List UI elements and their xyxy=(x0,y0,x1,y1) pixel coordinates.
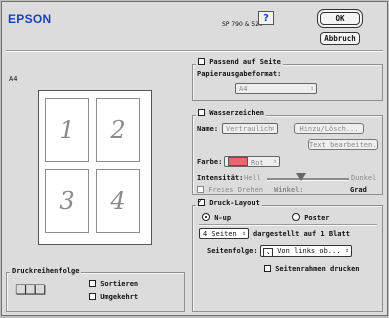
pages-per-sheet-select[interactable]: 4 Seiten ⇕ xyxy=(199,228,249,239)
print-layout-label: Druck-Layout xyxy=(209,199,260,207)
chevron-updown-icon: ⇕ xyxy=(271,125,275,132)
nup-option[interactable]: N-up xyxy=(202,213,231,222)
watermark-option[interactable]: Wasserzeichen xyxy=(196,109,267,117)
sort-option[interactable]: Sortieren xyxy=(89,280,138,288)
chevron-updown-icon: ⇕ xyxy=(273,158,277,165)
layout-divider xyxy=(199,224,377,226)
page-order-value: Von links ob... xyxy=(277,247,341,255)
page-order-select[interactable]: ↘ Von links ob... ⇕ xyxy=(260,245,352,257)
reverse-label: Umgekehrt xyxy=(100,293,139,301)
add-delete-button: Hinzu/Lösch... xyxy=(294,123,364,134)
angle-label: Winkel: xyxy=(274,186,304,194)
epson-logo: EPSON xyxy=(8,12,52,26)
ok-button[interactable]: OK xyxy=(320,12,360,25)
watermark-checkbox[interactable] xyxy=(198,109,205,116)
page-frame-label: Seitenrahmen drucken xyxy=(275,265,360,273)
poster-radio[interactable] xyxy=(292,213,300,221)
preview-page-3: 3 xyxy=(45,169,89,233)
paper-format-label: Papierausgabeformat: xyxy=(197,70,282,78)
print-order-title: Druckreihenfolge xyxy=(10,267,82,275)
printer-model: SP 790 & 520 xyxy=(222,21,263,28)
intensity-slider-track xyxy=(267,178,349,181)
chevron-updown-icon: ⇕ xyxy=(242,230,246,237)
print-layout-dialog: EPSON SP 790 & 520 ? OK Abbruch A4 1 2 3… xyxy=(1,1,388,316)
watermark-label: Wasserzeichen xyxy=(209,109,265,117)
watermark-color-value: Rot xyxy=(251,159,264,167)
paper-size-label: A4 xyxy=(9,75,18,83)
page-order-icon: ↘ xyxy=(263,248,273,256)
edit-text-button: Text bearbeiten... xyxy=(308,139,378,150)
page-frame-checkbox[interactable] xyxy=(264,265,271,272)
preview-page-4: 4 xyxy=(96,169,140,233)
sort-checkbox[interactable] xyxy=(89,280,96,287)
free-rotate-label: Freies Drehen xyxy=(208,186,264,194)
poster-label: Poster xyxy=(304,214,330,222)
sort-label: Sortieren xyxy=(100,280,139,288)
nup-radio[interactable] xyxy=(202,213,210,221)
page-frame-option[interactable]: Seitenrahmen drucken xyxy=(264,265,360,273)
chevron-updown-icon: ⇕ xyxy=(310,85,314,92)
cancel-button[interactable]: Abbruch xyxy=(320,32,360,45)
nup-label: N-up xyxy=(214,214,232,222)
intensity-slider-thumb xyxy=(296,173,306,181)
poster-option[interactable]: Poster xyxy=(292,213,330,222)
print-layout-option[interactable]: Druck-Layout xyxy=(196,196,262,207)
reverse-option[interactable]: Umgekehrt xyxy=(89,293,138,301)
help-button[interactable]: ? xyxy=(258,11,274,25)
preview-page-2: 2 xyxy=(96,98,140,162)
color-swatch xyxy=(228,157,248,166)
header-divider xyxy=(6,50,383,52)
fit-to-page-option[interactable]: Passend auf Seite xyxy=(196,58,283,66)
intensity-label: Intensität: xyxy=(197,174,244,182)
free-rotate-option: Freies Drehen xyxy=(197,186,263,194)
page-order-icon: ❏❏❏ xyxy=(15,283,46,298)
page-order-label: Seitenfolge: xyxy=(207,247,258,255)
watermark-color-label: Farbe: xyxy=(197,158,223,166)
fit-to-page-label: Passend auf Seite xyxy=(209,58,281,66)
page-preview: 1 2 3 4 xyxy=(38,90,152,245)
preview-page-1: 1 xyxy=(45,98,89,162)
chevron-updown-icon: ⇕ xyxy=(345,247,349,254)
paper-format-value: A4 xyxy=(239,85,248,93)
paper-format-select: A4 ⇕ xyxy=(235,83,317,94)
free-rotate-checkbox xyxy=(197,186,204,193)
angle-unit: Grad xyxy=(350,186,367,194)
watermark-name-value: Vertraulich xyxy=(226,125,273,133)
print-layout-checkbox[interactable] xyxy=(198,196,205,206)
watermark-name-label: Name: xyxy=(197,125,219,133)
watermark-name-select: Vertraulich ⇕ xyxy=(222,123,278,134)
fit-to-page-checkbox[interactable] xyxy=(198,58,205,65)
intensity-light-label: Hell xyxy=(244,174,261,182)
pages-per-sheet-suffix: dargestellt auf 1 Blatt xyxy=(253,230,350,238)
reverse-checkbox[interactable] xyxy=(89,293,96,300)
pages-per-sheet-value: 4 Seiten xyxy=(203,230,237,238)
intensity-dark-label: Dunkel xyxy=(351,174,377,182)
watermark-color-select: Rot ⇕ xyxy=(224,156,280,167)
